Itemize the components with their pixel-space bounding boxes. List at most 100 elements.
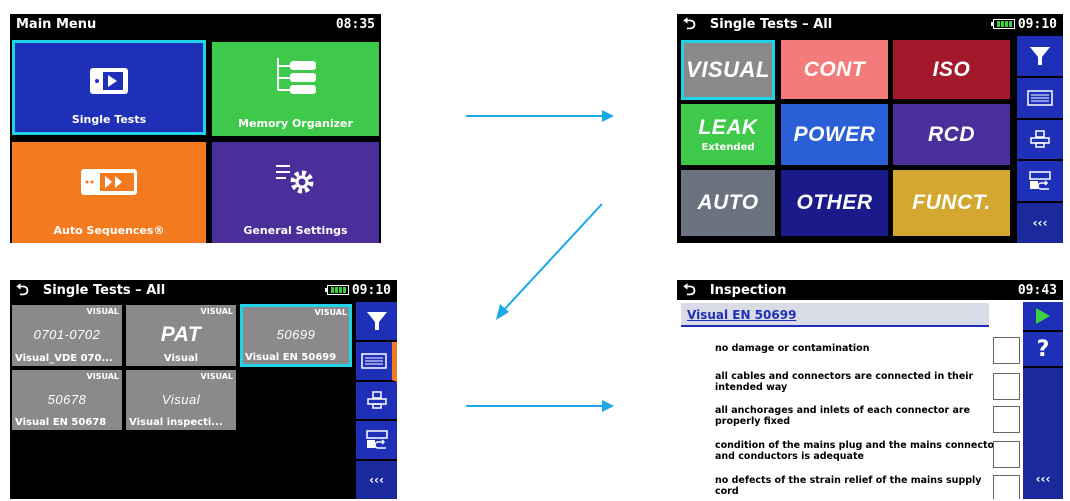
side-toolbar: ‹‹‹ [356,302,397,499]
group-label: RCD [928,122,975,146]
check-item: no defects of the strain relief of the m… [715,475,1005,497]
test-tile-pat[interactable]: VISUAL PAT Visual [126,305,236,366]
group-label: POWER [793,122,876,146]
inspection-title: Visual EN 50699 [687,308,797,322]
start-button[interactable] [1023,302,1063,332]
inspection-screen: ⮌ Inspection 09:43 Visual EN 50699 no da… [677,280,1063,499]
check-item-label: all anchorages and inlets of each connec… [715,405,971,427]
play-icon [1036,308,1050,324]
auto-sequences-tile[interactable]: Auto Sequences® [12,142,206,243]
filter-button[interactable] [1017,36,1063,78]
test-sub: Visual inspecti... [129,417,223,428]
flow-arrow-right-icon [466,400,614,412]
battery-icon [990,19,1015,29]
group-tile-auto[interactable]: AUTO [681,170,775,236]
group-tile-visual[interactable]: VISUAL [681,40,775,100]
tile-label: Auto Sequences® [53,224,165,237]
back-arrow-icon[interactable]: ⮌ [16,282,29,298]
test-tile-0701-0702[interactable]: VISUAL 0701-0702 Visual_VDE 070... [12,305,122,366]
memory-tree-icon [276,58,316,94]
group-tile-cont[interactable]: CONT [781,40,888,99]
side-toolbar: ? ‹‹‹ [1023,302,1063,499]
check-item: all cables and connectors are connected … [715,371,1005,393]
test-tag: VISUAL [200,372,233,381]
organize-button[interactable] [356,382,397,422]
recall-button[interactable] [1017,161,1063,204]
check-item-label: no defects of the strain relief of the m… [715,475,982,497]
recall-icon [365,430,388,450]
memory-organizer-tile[interactable]: Memory Organizer [212,42,379,136]
test-name: 0701-0702 [33,327,101,342]
group-tile-rcd[interactable]: RCD [893,104,1010,165]
more-button[interactable]: ‹‹‹ [1017,203,1063,243]
test-sub: Visual EN 50678 [15,417,107,428]
group-label: LEAK [698,116,758,139]
group-tile-leak[interactable]: LEAK Extended [681,104,775,165]
filter-button[interactable] [356,302,397,342]
group-label: VISUAL [686,57,770,82]
checkbox[interactable] [993,475,1020,499]
test-sub: Visual [163,353,199,364]
test-name: Visual [161,391,201,407]
more-button[interactable]: ‹‹‹ [1023,459,1063,499]
test-sub: Visual EN 50699 [245,352,337,363]
single-tests-tile[interactable]: Single Tests [12,40,206,135]
help-button[interactable]: ? [1023,332,1063,368]
group-tile-power[interactable]: POWER [781,104,888,165]
back-arrow-icon[interactable]: ⮌ [683,16,696,32]
test-name: 50678 [47,391,87,407]
check-item-label: no damage or contamination [715,343,870,354]
recall-icon [1029,171,1051,191]
group-label: FUNCT. [912,191,991,214]
view-button[interactable] [1017,78,1063,120]
settings-gear-icon [275,165,313,194]
group-label: CONT [803,57,866,81]
checkbox[interactable] [993,373,1020,400]
filter-icon [1030,46,1050,65]
single-test-icon [90,68,128,94]
test-tile-50678[interactable]: VISUAL 50678 Visual EN 50678 [12,370,122,430]
auto-sequence-icon [81,169,137,195]
more-button[interactable]: ‹‹‹ [356,461,397,499]
check-item-label: condition of the mains plug and the main… [715,440,1005,462]
main-menu-screen: Main Menu 08:35 Single Tests Memory Orga… [10,14,381,243]
test-tag: VISUAL [314,308,347,317]
flow-arrow-right-icon [466,110,614,122]
group-tile-funct[interactable]: FUNCT. [893,170,1010,236]
test-name: PAT [160,322,202,346]
inspection-heading[interactable]: Visual EN 50699 [681,303,989,327]
view-button[interactable] [356,341,397,382]
checkbox[interactable] [993,406,1020,433]
flow-arrow-diagonal-icon [496,203,603,320]
title-bar: Main Menu 08:35 [10,14,381,34]
tile-label: Single Tests [71,113,147,126]
screen-title: Inspection [709,282,787,298]
group-label: AUTO [697,191,759,214]
back-arrow-icon[interactable]: ⮌ [683,282,696,298]
group-label: OTHER [796,191,873,214]
test-tile-50699[interactable]: VISUAL 50699 Visual EN 50699 [240,304,352,367]
test-tag: VISUAL [200,307,233,316]
check-item: condition of the mains plug and the main… [715,440,1005,462]
clock: 09:10 [351,282,391,298]
screen-title: Single Tests – All [709,16,833,32]
title-bar: ⮌ Single Tests – All 09:10 [677,14,1063,34]
test-tile-visual-inspection[interactable]: VISUAL Visual Visual inspecti... [126,370,236,430]
single-tests-visual-screen: ⮌ Single Tests – All 09:10 VISUAL 0701-0… [10,280,397,499]
checkbox[interactable] [993,441,1020,468]
group-tile-other[interactable]: OTHER [781,170,888,236]
recall-button[interactable] [356,421,397,462]
checkbox[interactable] [993,337,1020,364]
screen-title: Main Menu [16,16,97,32]
side-toolbar: ‹‹‹ [1017,36,1063,243]
group-label: ISO [932,57,971,81]
general-settings-tile[interactable]: General Settings [212,142,379,243]
organize-icon [1030,130,1050,149]
group-sublabel: Extended [701,142,755,153]
tile-label: General Settings [243,224,348,237]
organize-button[interactable] [1017,120,1063,162]
battery-icon [324,285,349,295]
title-bar: ⮌ Inspection 09:43 [677,280,1063,300]
group-tile-iso[interactable]: ISO [893,40,1010,99]
